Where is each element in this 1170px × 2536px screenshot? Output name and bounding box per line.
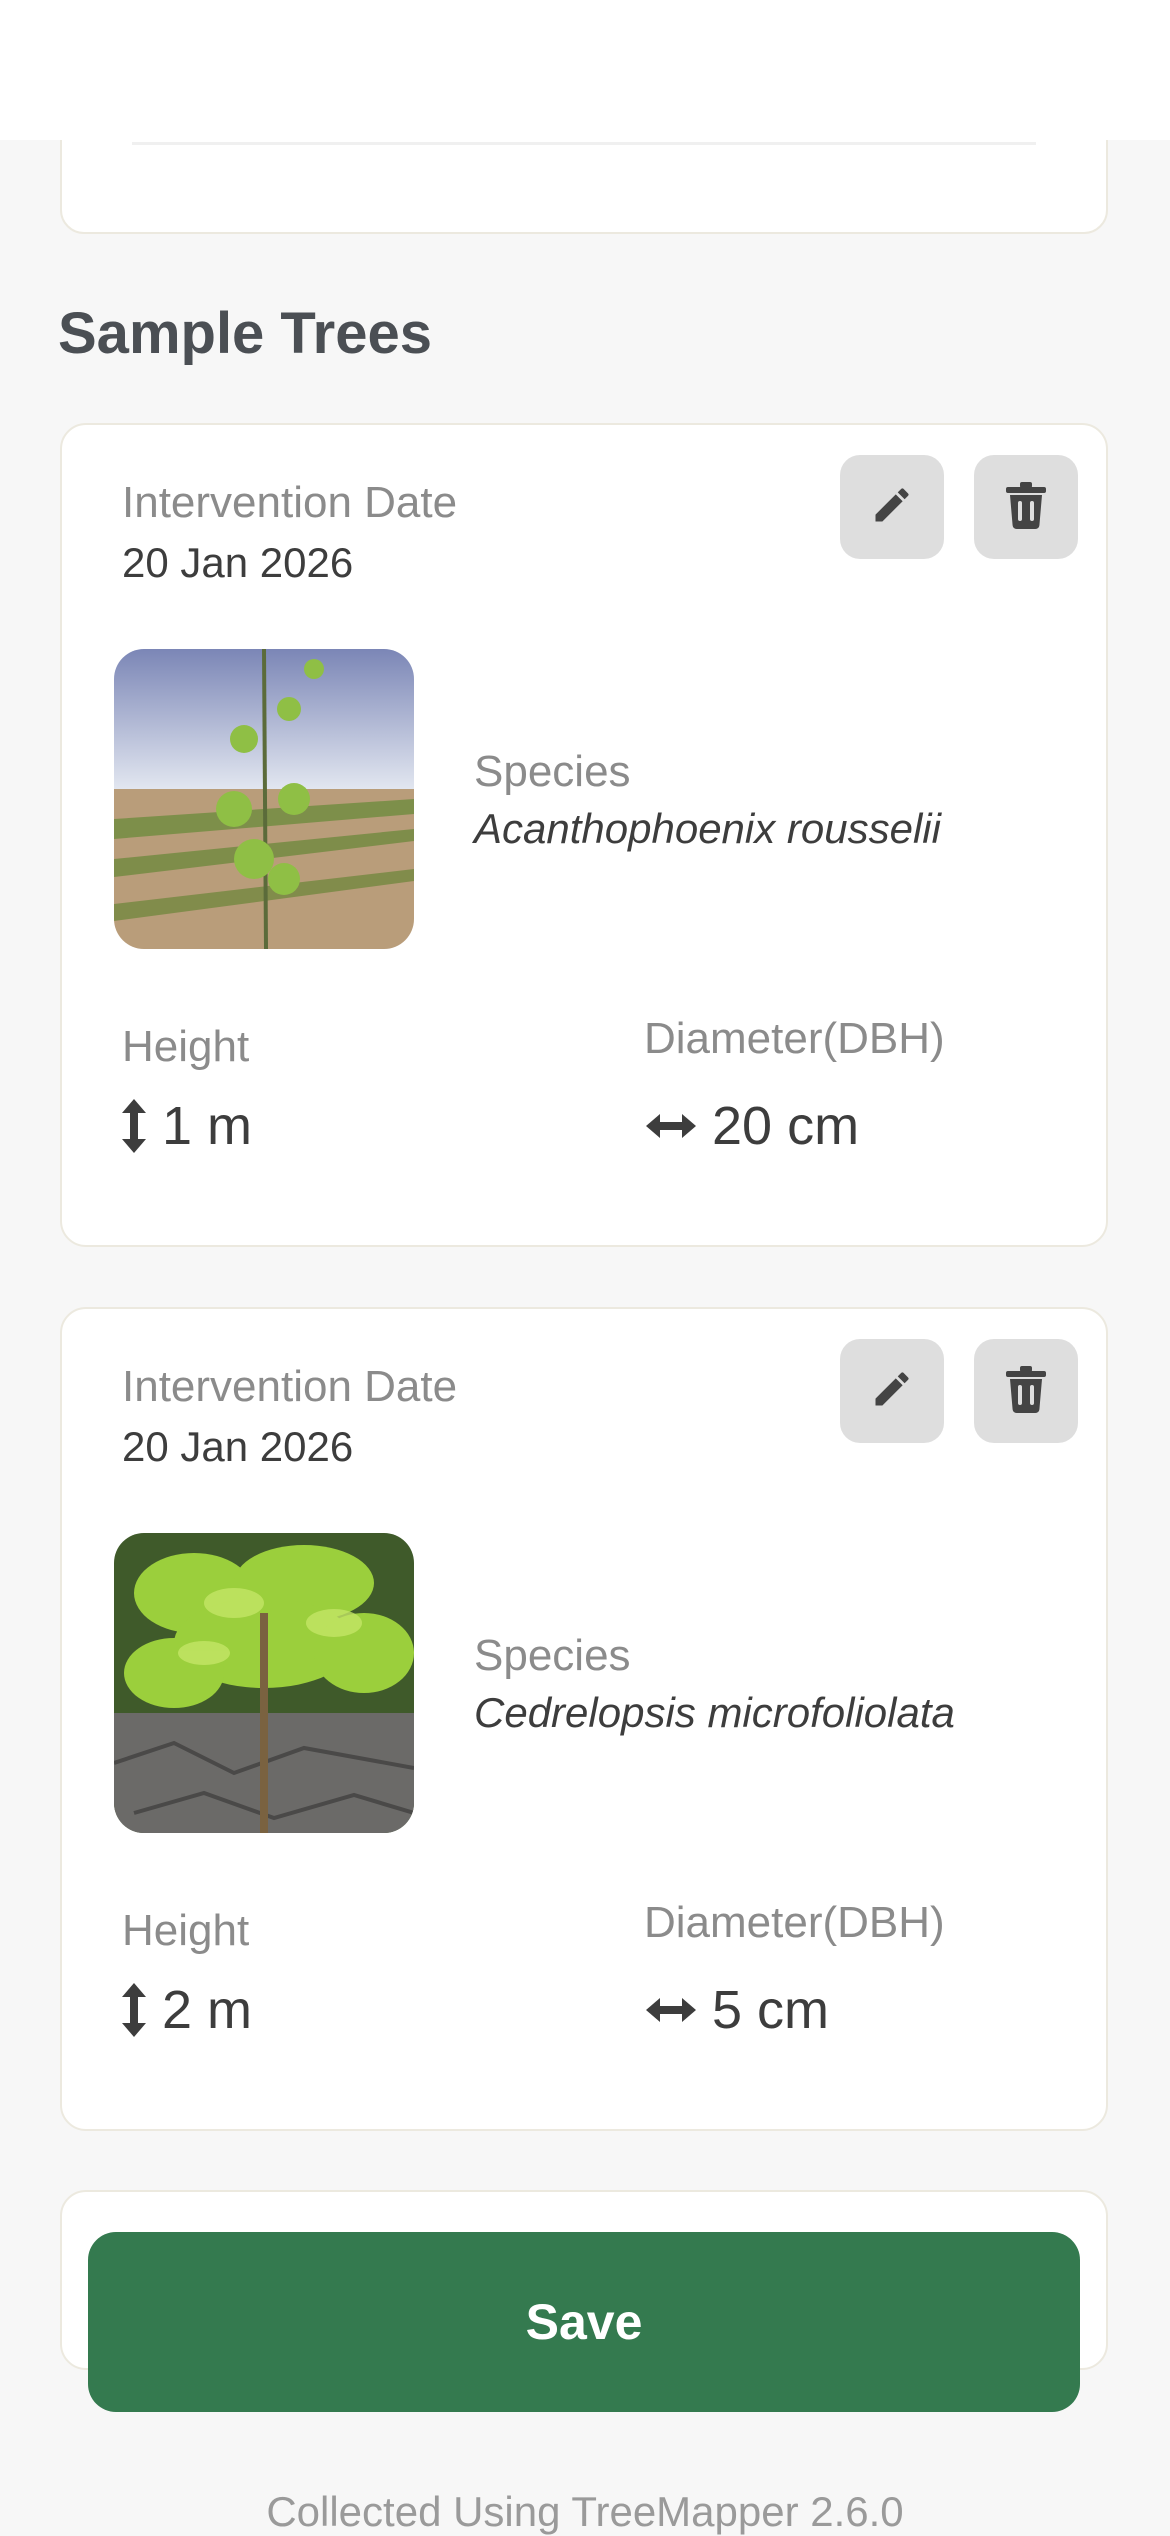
diameter-value: 5 cm (712, 1980, 830, 2040)
tree-photo[interactable] (114, 1533, 414, 1833)
diameter-label: Diameter(DBH) (644, 1014, 945, 1063)
horizontal-arrows-icon (644, 1996, 698, 2024)
pencil-icon (870, 1367, 914, 1416)
trash-icon (1004, 481, 1048, 534)
intervention-date-value: 20 Jan 2026 (122, 1423, 354, 1470)
diameter-measure: 20 cm (644, 1095, 859, 1157)
species-label: Species (474, 747, 631, 796)
section-title: Sample Trees (58, 301, 432, 366)
delete-button[interactable] (974, 1339, 1078, 1443)
species-label: Species (474, 1631, 631, 1680)
sample-tree-card: Intervention Date 20 Jan 2026 (60, 1307, 1108, 2131)
height-value: 1 m (162, 1096, 253, 1156)
sapling-in-field-photo (114, 649, 414, 949)
edit-button[interactable] (840, 1339, 944, 1443)
trash-icon (1004, 1365, 1048, 1418)
intervention-date-label: Intervention Date (122, 478, 458, 527)
vertical-arrows-icon (120, 1981, 148, 2039)
footer-version-text: Collected Using TreeMapper 2.6.0 (266, 2488, 904, 2535)
leafy-sapling-photo (114, 1533, 414, 1833)
pencil-icon (870, 483, 914, 532)
horizontal-arrows-icon (644, 1112, 698, 1140)
sample-tree-card: Intervention Date 20 Jan 2026 (60, 423, 1108, 1247)
delete-button[interactable] (974, 455, 1078, 559)
species-value: Cedrelopsis microfoliolata (474, 1689, 955, 1736)
intervention-date-label: Intervention Date (122, 1362, 458, 1411)
height-measure: 2 m (120, 1979, 252, 2041)
divider (132, 142, 1036, 145)
edit-button[interactable] (840, 455, 944, 559)
intervention-date-value: 20 Jan 2026 (122, 539, 354, 586)
height-label: Height (122, 1022, 250, 1071)
diameter-value: 20 cm (712, 1096, 860, 1156)
vertical-arrows-icon (120, 1097, 148, 1155)
save-button[interactable]: Save (88, 2232, 1080, 2412)
species-value: Acanthophoenix rousselii (474, 805, 941, 852)
top-app-bar (0, 0, 1170, 140)
diameter-measure: 5 cm (644, 1979, 829, 2041)
tree-photo[interactable] (114, 649, 414, 949)
height-value: 2 m (162, 1980, 253, 2040)
height-measure: 1 m (120, 1095, 252, 1157)
height-label: Height (122, 1906, 250, 1955)
diameter-label: Diameter(DBH) (644, 1898, 945, 1947)
